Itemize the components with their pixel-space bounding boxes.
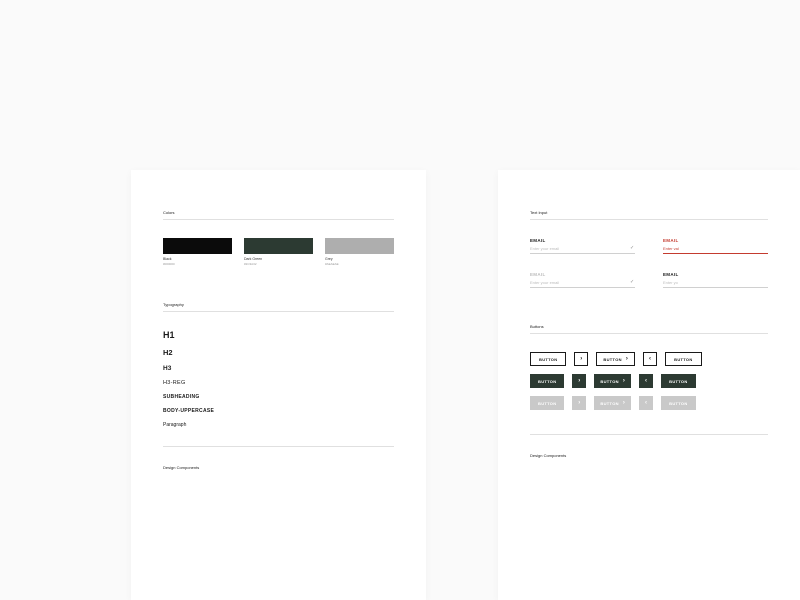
divider bbox=[530, 333, 768, 334]
button-outline-icon[interactable]: ‹ bbox=[643, 352, 657, 366]
swatch-name: Black bbox=[163, 257, 232, 261]
footer-label: Design Components bbox=[530, 453, 768, 458]
divider bbox=[163, 446, 394, 447]
swatch-chip-grey bbox=[325, 238, 394, 254]
type-h3: H3 bbox=[163, 365, 394, 372]
input-error: EMAIL Enter val bbox=[663, 238, 768, 254]
field-label: EMAIL bbox=[663, 272, 768, 277]
button-outline-icon[interactable]: › bbox=[574, 352, 588, 366]
swatch-hex: #AEAEAE bbox=[325, 262, 394, 266]
type-body-upper: BODY-UPPERCASE bbox=[163, 408, 394, 414]
button-primary-with-icon[interactable]: BUTTON› bbox=[594, 374, 631, 388]
swatch-name: Dark Green bbox=[244, 257, 313, 261]
email-field[interactable]: Enter your email ✓ bbox=[530, 246, 635, 254]
divider bbox=[163, 311, 394, 312]
button-primary[interactable]: BUTTON bbox=[530, 374, 564, 388]
field-label: EMAIL bbox=[530, 272, 635, 277]
button-outline[interactable]: BUTTON bbox=[665, 352, 701, 366]
type-subheading: SUBHEADING bbox=[163, 394, 394, 400]
divider bbox=[530, 434, 768, 435]
swatch-grey: Grey #AEAEAE bbox=[325, 238, 394, 266]
chevron-right-icon: › bbox=[578, 400, 580, 406]
type-h3-regular: H3-REG bbox=[163, 380, 394, 386]
button-disabled-with-icon: BUTTON› bbox=[594, 396, 631, 410]
section-title-buttons: Buttons bbox=[530, 324, 768, 329]
chevron-right-icon: › bbox=[580, 356, 582, 362]
button-disabled: BUTTON bbox=[661, 396, 695, 410]
field-label: EMAIL bbox=[530, 238, 635, 243]
input-secondary: EMAIL Enter your email ✓ bbox=[530, 272, 635, 288]
footer-label: Design Components bbox=[163, 465, 394, 470]
button-primary[interactable]: BUTTON bbox=[661, 374, 695, 388]
button-primary-icon[interactable]: › bbox=[572, 374, 586, 388]
button-disabled-icon: ‹ bbox=[639, 396, 653, 410]
divider bbox=[163, 219, 394, 220]
section-title-inputs: Text Input bbox=[530, 210, 768, 215]
swatch-chip-green bbox=[244, 238, 313, 254]
email-field[interactable]: Enter val bbox=[663, 246, 768, 254]
text-input-examples: EMAIL Enter your email ✓ EMAIL Enter val… bbox=[530, 238, 768, 288]
swatch-chip-black bbox=[163, 238, 232, 254]
swatch-dark-green: Dark Green #2C3A32 bbox=[244, 238, 313, 266]
section-title-typography: Typography bbox=[163, 302, 394, 307]
divider bbox=[530, 219, 768, 220]
button-primary-icon[interactable]: ‹ bbox=[639, 374, 653, 388]
chevron-right-icon: › bbox=[626, 356, 628, 362]
check-icon: ✓ bbox=[630, 280, 635, 285]
field-placeholder: Enter val bbox=[663, 246, 679, 251]
swatch-hex: #2C3A32 bbox=[244, 262, 313, 266]
field-label: EMAIL bbox=[663, 238, 768, 243]
chevron-left-icon: ‹ bbox=[649, 356, 651, 362]
swatch-hex: #000000 bbox=[163, 262, 232, 266]
field-placeholder: Enter your email bbox=[530, 280, 559, 285]
type-h1: H1 bbox=[163, 330, 394, 340]
input-default: EMAIL Enter your email ✓ bbox=[530, 238, 635, 254]
button-outline-with-icon[interactable]: BUTTON› bbox=[596, 352, 635, 366]
button-outline[interactable]: BUTTON bbox=[530, 352, 566, 366]
chevron-left-icon: ‹ bbox=[645, 378, 647, 384]
button-row-disabled: BUTTON › BUTTON› ‹ BUTTON bbox=[530, 396, 768, 410]
email-field[interactable]: Enter yo bbox=[663, 280, 768, 288]
field-placeholder: Enter yo bbox=[663, 280, 678, 285]
swatch-black: Black #000000 bbox=[163, 238, 232, 266]
chevron-right-icon: › bbox=[578, 378, 580, 384]
button-row-solid: BUTTON › BUTTON› ‹ BUTTON bbox=[530, 374, 768, 388]
input-disabled: EMAIL Enter yo bbox=[663, 272, 768, 288]
color-swatches: Black #000000 Dark Green #2C3A32 Grey #A… bbox=[163, 238, 394, 266]
section-title-colors: Colors bbox=[163, 210, 394, 215]
chevron-left-icon: ‹ bbox=[645, 400, 647, 406]
styleguide-artboard-inputs-buttons: Text Input EMAIL Enter your email ✓ EMAI… bbox=[498, 170, 800, 600]
check-icon: ✓ bbox=[630, 246, 635, 251]
type-paragraph: Paragraph bbox=[163, 422, 394, 428]
swatch-name: Grey bbox=[325, 257, 394, 261]
button-row-outline: BUTTON › BUTTON› ‹ BUTTON bbox=[530, 352, 768, 366]
button-disabled: BUTTON bbox=[530, 396, 564, 410]
email-field[interactable]: Enter your email ✓ bbox=[530, 280, 635, 288]
field-placeholder: Enter your email bbox=[530, 246, 559, 251]
type-h2: H2 bbox=[163, 348, 394, 357]
typography-samples: H1 H2 H3 H3-REG SUBHEADING BODY-UPPERCAS… bbox=[163, 330, 394, 428]
styleguide-artboard-colors-typo: Colors Black #000000 Dark Green #2C3A32 … bbox=[131, 170, 426, 600]
button-disabled-icon: › bbox=[572, 396, 586, 410]
chevron-right-icon: › bbox=[623, 400, 625, 406]
chevron-right-icon: › bbox=[623, 378, 625, 384]
